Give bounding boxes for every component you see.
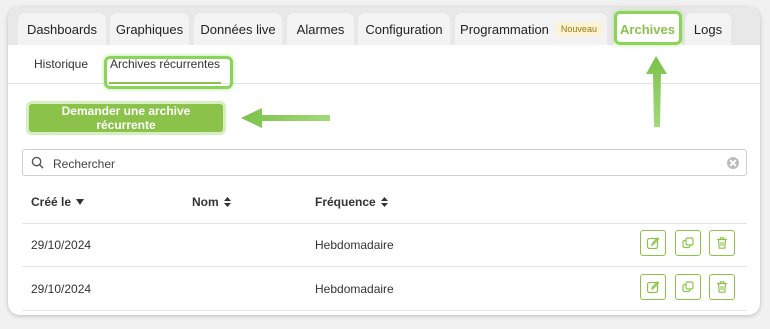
tab-label: Configuration xyxy=(365,21,443,37)
divider xyxy=(22,223,747,224)
new-badge: Nouveau xyxy=(555,22,602,36)
tab-logs[interactable]: Logs xyxy=(685,13,731,45)
cell-frequency: Hebdomadaire xyxy=(315,282,394,296)
cell-created: 29/10/2024 xyxy=(31,238,92,252)
column-header-frequency[interactable]: Fréquence xyxy=(315,195,389,209)
tab-label: Graphiques xyxy=(115,21,184,37)
duplicate-button[interactable] xyxy=(675,274,701,300)
cell-created: 29/10/2024 xyxy=(31,282,92,296)
trash-icon xyxy=(717,237,727,249)
duplicate-icon xyxy=(682,237,694,249)
tab-archives[interactable]: Archives xyxy=(614,13,681,45)
column-header-label: Créé le xyxy=(31,195,72,209)
search-input[interactable] xyxy=(51,154,715,173)
column-header-name[interactable]: Nom xyxy=(192,195,232,209)
sort-icon xyxy=(223,197,231,207)
edit-button[interactable] xyxy=(640,230,666,256)
subtab-historique[interactable]: Historique xyxy=(34,57,88,71)
subtab-label: Historique xyxy=(34,57,89,71)
delete-button[interactable] xyxy=(709,274,735,300)
tab-label: Données live xyxy=(200,21,276,37)
duplicate-button[interactable] xyxy=(675,230,701,256)
tab-label: Archives xyxy=(620,21,675,37)
tab-graphiques[interactable]: Graphiques xyxy=(110,13,189,45)
edit-icon xyxy=(646,281,660,294)
column-header-label: Fréquence xyxy=(315,195,376,209)
sort-icon xyxy=(380,197,388,207)
column-header-created[interactable]: Créé le xyxy=(31,195,85,209)
request-recurring-archive-button[interactable]: Demander une archive récurrente xyxy=(29,104,223,132)
highlight-box xyxy=(104,56,233,89)
tab-bar: Dashboards Graphiques Données live Alarm… xyxy=(8,7,760,45)
tab-label: Logs xyxy=(693,21,723,37)
trash-icon xyxy=(717,281,727,293)
edit-icon xyxy=(646,237,660,250)
search-icon xyxy=(31,156,44,169)
tab-dashboards[interactable]: Dashboards xyxy=(18,13,106,45)
tab-donnees-live[interactable]: Données live xyxy=(194,13,282,45)
app-window: Dashboards Graphiques Données live Alarm… xyxy=(8,7,760,315)
divider xyxy=(22,266,747,267)
delete-button[interactable] xyxy=(709,230,735,256)
cell-frequency: Hebdomadaire xyxy=(315,238,394,252)
divider xyxy=(22,310,747,311)
sort-desc-icon xyxy=(76,199,85,205)
search-bar xyxy=(22,149,747,176)
tab-alarmes[interactable]: Alarmes xyxy=(287,13,354,45)
edit-button[interactable] xyxy=(640,274,666,300)
tab-label: Dashboards xyxy=(26,21,98,37)
tab-configuration[interactable]: Configuration xyxy=(358,13,450,45)
tab-programmation[interactable]: Programmation Nouveau xyxy=(455,13,607,45)
tab-label: Programmation xyxy=(460,21,549,37)
column-header-label: Nom xyxy=(192,195,219,209)
clear-icon[interactable] xyxy=(727,157,739,169)
duplicate-icon xyxy=(682,281,694,293)
tab-label: Alarmes xyxy=(296,21,345,37)
